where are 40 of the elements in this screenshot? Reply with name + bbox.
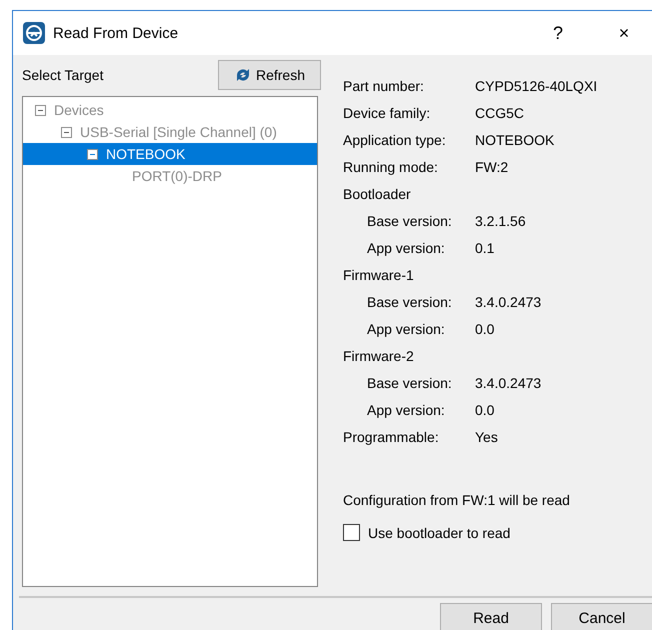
checkbox-label: Use bootloader to read xyxy=(368,524,510,540)
collapse-icon[interactable] xyxy=(87,148,98,160)
field-label: Running mode: xyxy=(343,158,439,174)
collapse-icon[interactable] xyxy=(35,104,46,116)
config-note: Configuration from FW:1 will be read xyxy=(343,492,571,508)
field-value: 3.2.1.56 xyxy=(475,212,526,228)
field-value: FW:2 xyxy=(475,158,508,174)
field-label: Application type: xyxy=(343,132,447,148)
field-label: Base version: xyxy=(367,374,453,390)
field-value: NOTEBOOK xyxy=(475,132,554,148)
field-label: Base version: xyxy=(367,212,453,228)
field-value: 0.1 xyxy=(475,240,494,256)
close-button[interactable]: × xyxy=(595,11,652,55)
field-value: Yes xyxy=(475,428,498,444)
field-value: 0.0 xyxy=(475,320,494,336)
section-label: Bootloader xyxy=(343,186,411,202)
section-label: Firmware-1 xyxy=(343,266,414,282)
field-value: CYPD5126-40LQXI xyxy=(475,78,598,94)
app-logo-icon xyxy=(23,22,45,44)
field-label: App version: xyxy=(367,402,446,418)
bootloader-checkbox[interactable] xyxy=(343,524,360,541)
tree-item[interactable]: NOTEBOOK xyxy=(23,143,317,165)
dialog-button[interactable]: Cancel xyxy=(551,603,652,630)
collapse-icon[interactable] xyxy=(61,126,72,138)
field-value: CCG5C xyxy=(475,104,524,120)
window-title: Read From Device xyxy=(53,24,180,42)
help-button[interactable]: ? xyxy=(529,11,587,55)
field-label: Part number: xyxy=(343,78,425,94)
section-label: Firmware-2 xyxy=(343,348,414,364)
field-label: Base version: xyxy=(367,294,453,310)
select-target-label: Select Target xyxy=(22,67,104,83)
field-label: App version: xyxy=(367,240,446,256)
dialog-button[interactable]: Read xyxy=(440,603,542,630)
field-label: Programmable: xyxy=(343,428,440,444)
field-value: 0.0 xyxy=(475,402,494,418)
field-value: 3.4.0.2473 xyxy=(475,294,542,310)
field-label: App version: xyxy=(367,320,446,336)
refresh-button[interactable]: Refresh xyxy=(218,60,321,90)
field-value: 3.4.0.2473 xyxy=(475,374,542,390)
field-label: Device family: xyxy=(343,104,432,120)
